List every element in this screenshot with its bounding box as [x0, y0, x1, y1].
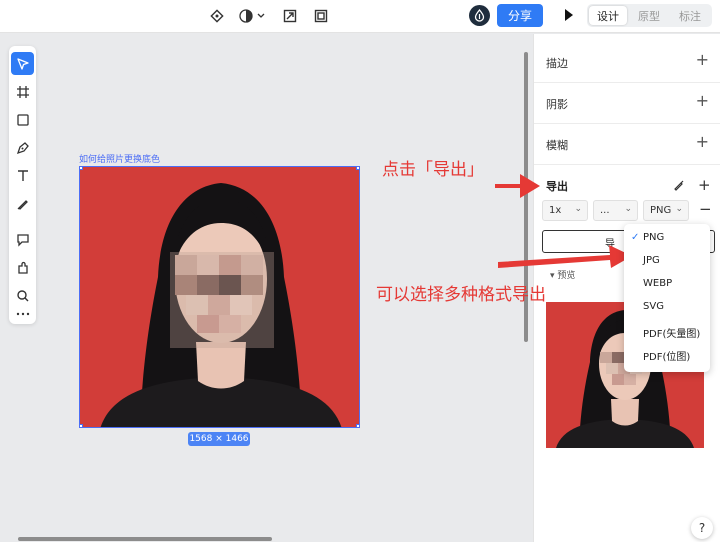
help-button[interactable]: ? [691, 517, 713, 539]
format-dropdown-menu: ✓ PNG JPG WEBP SVG PDF(矢量图) PDF(位图) [624, 224, 710, 372]
format-option-webp[interactable]: WEBP [624, 274, 710, 296]
format-option-svg[interactable]: SVG [624, 297, 710, 319]
check-icon: ✓ [631, 232, 640, 243]
arrow-to-export-icon [495, 174, 540, 198]
format-option-pdf-bitmap[interactable]: PDF(位图) [624, 344, 710, 366]
arrow-to-format-menu-icon [498, 245, 632, 268]
format-option-jpg[interactable]: JPG [624, 251, 710, 273]
format-option-png[interactable]: ✓ PNG [624, 228, 710, 250]
format-option-pdf-vector[interactable]: PDF(矢量图) [624, 321, 710, 343]
annotation-arrows [495, 174, 632, 268]
